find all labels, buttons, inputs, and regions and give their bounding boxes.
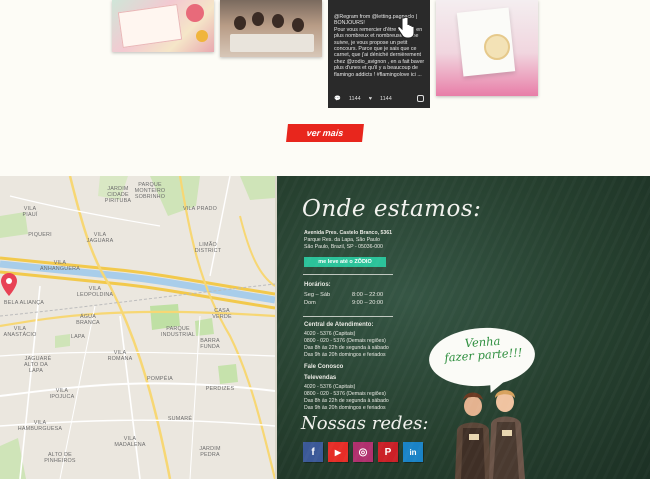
page: @Regram from @letting.pagpaclo | BONJOUR… (0, 0, 650, 479)
instagram-icon[interactable]: ◎ (353, 442, 373, 462)
photo-person (292, 18, 304, 32)
youtube-icon[interactable]: ▶ (328, 442, 348, 462)
divider (303, 316, 393, 317)
where-we-are-section: Onde estamos: Avenida Pres. Castelo Bran… (275, 176, 650, 479)
map-label: BELA ALIANÇA (3, 300, 45, 306)
map-label: ALTO DE PINHEIROS (44, 452, 76, 464)
instagram-photo-1[interactable] (112, 0, 214, 52)
comment-icon: 💬 (334, 96, 341, 102)
map-label: POMPÉIA (147, 376, 173, 382)
instagram-photo-4[interactable] (436, 0, 538, 96)
map-label: LAPA (70, 334, 86, 340)
linkedin-icon[interactable]: in (403, 442, 423, 462)
facebook-icon[interactable]: f (303, 442, 323, 462)
map-label: PIQUERI (28, 232, 52, 238)
map-label: LIMÃO DISTRICT (194, 242, 222, 254)
hours-time: 8:00 – 22:00 (352, 292, 384, 298)
instagram-feed: @Regram from @letting.pagpaclo | BONJOUR… (0, 0, 650, 176)
map-label: VILA LEOPOLDINA (76, 286, 114, 298)
map-label: VILA PRADO (182, 206, 218, 212)
map-label: VILA MADALENA (114, 436, 146, 448)
photo-table (230, 34, 314, 52)
contact-link[interactable]: Fale Conosco (304, 364, 389, 371)
speech-bubble (427, 324, 537, 390)
map-pin-icon[interactable] (0, 272, 18, 298)
photo-person (252, 12, 264, 26)
directions-button[interactable]: me leve até o ZÔDIO (304, 257, 386, 267)
address-line-2: Parque Res. da Lapa, São Paulo (304, 237, 380, 244)
instagram-post-meta: 💬 1144 ♥ 1144 (334, 94, 426, 104)
instagram-icon[interactable] (417, 95, 424, 102)
speech-bubble-tail (484, 375, 506, 397)
photo-card (117, 3, 183, 49)
like-count: 1144 (379, 96, 392, 102)
pinterest-icon[interactable]: P (378, 442, 398, 462)
hours-day: Seg – Sáb (304, 292, 331, 298)
map-label: VILA JAGUARA (86, 232, 114, 244)
map-label: VILA ANHANGUERA (39, 260, 81, 272)
support-line: 0800 - 020 - 5376 (Demais regiões) (304, 338, 386, 344)
bubble-line-2: fazer parte!!! (443, 345, 523, 365)
bubble-line-1: Venha (464, 333, 501, 351)
map-label: JARDIM PEDRA (199, 446, 221, 458)
map-label: ÁGUA BRANCA (76, 314, 100, 326)
address-line-1: Avenida Pres. Castelo Branco, 5361 (304, 230, 393, 236)
store-address: Avenida Pres. Castelo Branco, 5361 Parqu… (304, 230, 392, 252)
map-label: PERDIZES (205, 386, 235, 392)
hand-cursor-icon (397, 16, 415, 39)
televendas-line: 4020 - 5376 (Capitais) (304, 384, 356, 390)
hours-day: Dom (304, 300, 316, 306)
hours-title: Horários: (304, 282, 331, 288)
customer-service: Central de Atendimento: 4020 - 5376 (Cap… (304, 322, 389, 412)
hours-table: Seg – Sáb 8:00 – 22:00 Dom 9:00 – 20:00 (304, 291, 392, 307)
comment-count: 1144 (348, 96, 361, 102)
televendas-line: 0800 - 020 - 5376 (Demais regiões) (304, 391, 386, 397)
support-line: 4020 - 5376 (Capitais) (304, 331, 356, 337)
televendas-line: Das 8h às 22h de segunda à sábado (304, 398, 389, 404)
photo-person (272, 14, 284, 28)
photo-flower (186, 4, 204, 22)
map-label: PARQUE MONTEIRO SOBRINHO (134, 182, 166, 200)
photo-person (234, 16, 246, 30)
staff-photo (455, 390, 525, 479)
map-label: SUMARÉ (167, 416, 193, 422)
social-title: Nossas redes: (301, 413, 429, 434)
heart-icon: ♥ (368, 96, 372, 102)
televendas-title: Televendas (304, 375, 337, 381)
map-label: VILA IPOJUCA (49, 388, 75, 400)
address-line-3: São Paulo, Brazil, SP - 05036-000 (304, 244, 383, 251)
support-line: Das 8h às 22h de segunda à sábado (304, 345, 389, 351)
map-label: BARRA FUNDA (200, 338, 220, 350)
photo-jar (484, 34, 510, 60)
where-we-are-title: Onde estamos: (302, 196, 482, 222)
map-label: VILA ROMANA (107, 350, 133, 362)
support-line: Das 9h às 20h domingos e feriados (304, 352, 386, 358)
hours-time: 9:00 – 20:00 (352, 300, 384, 306)
map-label: ALTO DA LAPA (24, 362, 48, 374)
support-title: Central de Atendimento: (304, 322, 374, 328)
opening-hours: Horários: Seg – Sáb 8:00 – 22:00 Dom 9:0… (304, 282, 392, 307)
map-label: JARDIM CIDADE PIRITUBA (104, 186, 132, 204)
speech-bubble-text: Venha fazer parte!!! (430, 332, 536, 365)
instagram-photo-2[interactable] (220, 0, 322, 57)
divider (303, 274, 393, 275)
map-label: VILA ANASTÁCIO (3, 326, 37, 338)
map-label: CASA VERDE (212, 308, 232, 320)
location-map[interactable]: PARQUE MONTEIRO SOBRINHO JARDIM CIDADE P… (0, 176, 275, 479)
photo-flower (196, 30, 208, 42)
map-canvas[interactable] (0, 176, 275, 479)
map-label: VILA PIAUÍ (22, 206, 38, 218)
televendas-line: Das 9h às 20h domingos e feriados (304, 405, 386, 411)
map-label: PARQUE INDUSTRIAL (160, 326, 196, 338)
map-label: VILA HAMBURGUESA (17, 420, 63, 432)
see-more-button[interactable]: ver mais (286, 124, 364, 142)
